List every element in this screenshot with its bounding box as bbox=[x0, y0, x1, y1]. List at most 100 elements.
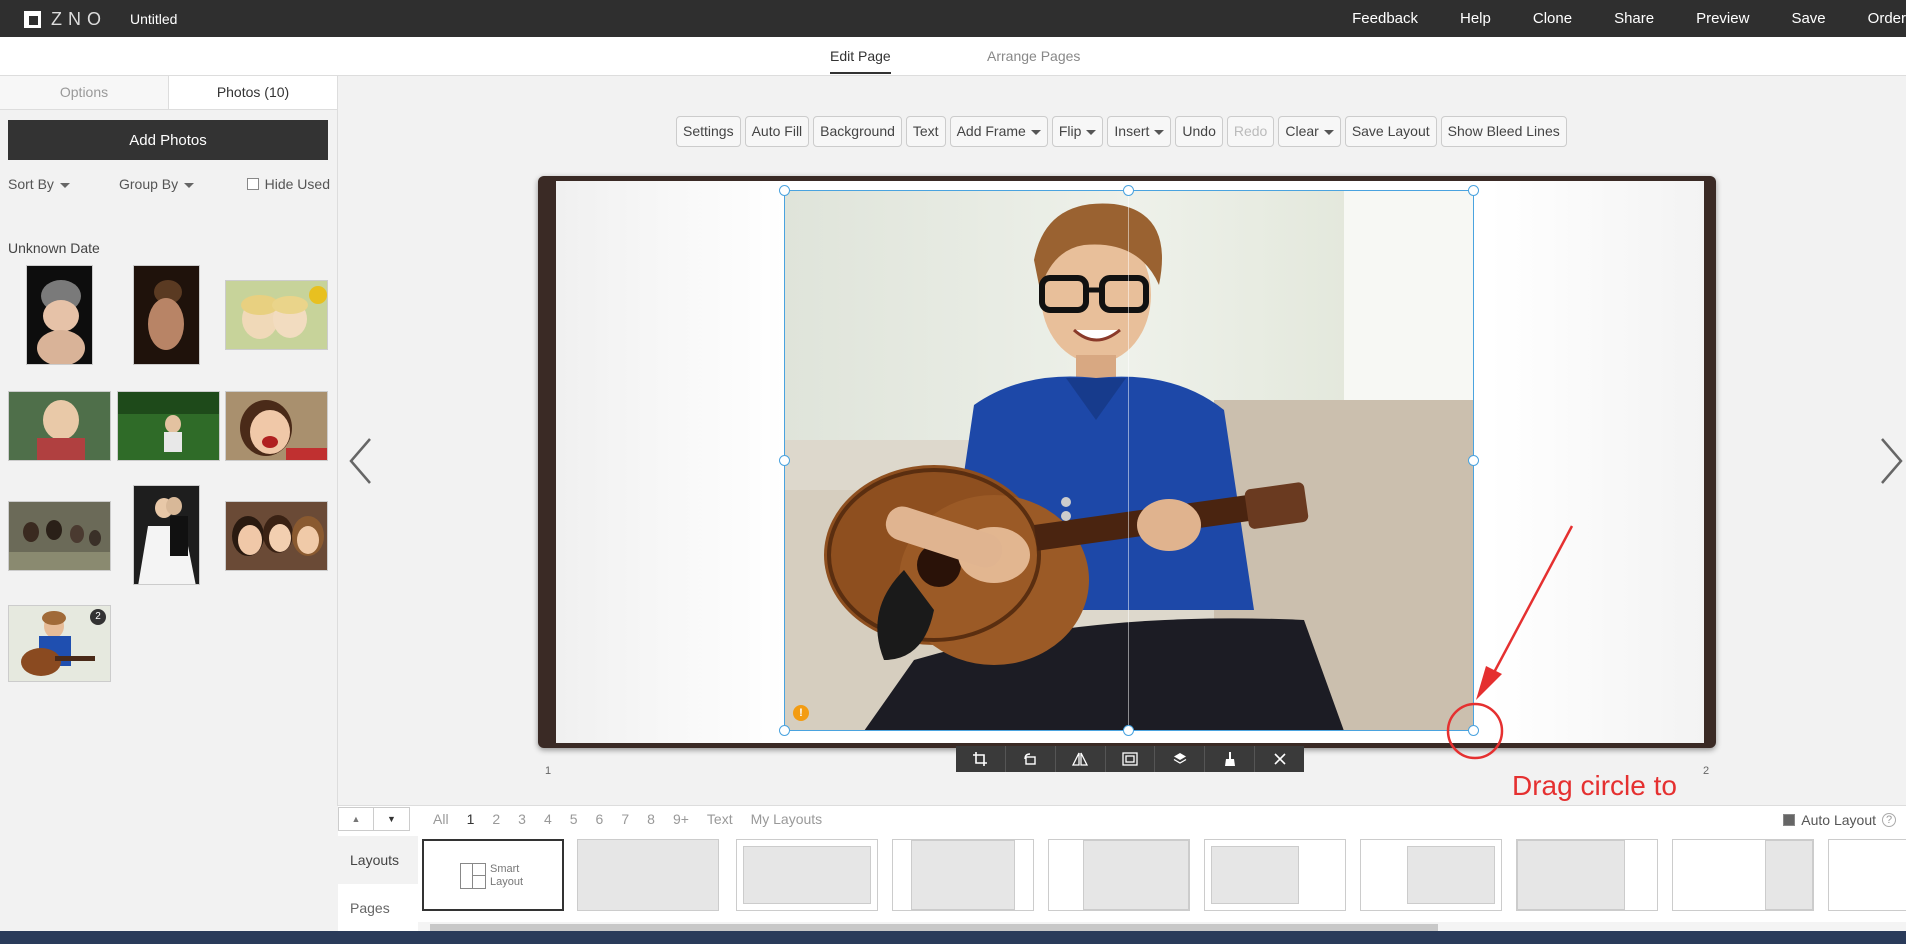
photo-thumb-sisters[interactable] bbox=[225, 280, 328, 350]
insert-button[interactable]: Insert bbox=[1107, 116, 1172, 147]
clone-button[interactable]: Clone bbox=[1512, 10, 1593, 27]
filter-9-plus[interactable]: 9+ bbox=[664, 811, 698, 827]
resize-handle-bottom-left[interactable] bbox=[779, 725, 790, 736]
caret-down-icon bbox=[1323, 129, 1334, 135]
preview-button[interactable]: Preview bbox=[1675, 10, 1770, 27]
resize-handle-top-right[interactable] bbox=[1468, 185, 1479, 196]
layout-smart[interactable]: Smart Layout bbox=[422, 839, 564, 911]
sort-by-dropdown[interactable]: Sort By bbox=[8, 176, 70, 192]
filter-5[interactable]: 5 bbox=[561, 811, 587, 827]
settings-button[interactable]: Settings bbox=[676, 116, 741, 147]
filter-text[interactable]: Text bbox=[698, 811, 742, 827]
layout-option-9[interactable] bbox=[1828, 839, 1906, 911]
filter-6[interactable]: 6 bbox=[587, 811, 613, 827]
layout-option-1[interactable] bbox=[577, 839, 719, 911]
photo-thumb-wedding[interactable] bbox=[133, 485, 200, 585]
fit-frame-icon bbox=[1122, 752, 1138, 766]
hide-used-checkbox[interactable] bbox=[246, 178, 259, 190]
auto-layout-toggle[interactable]: Auto Layout ? bbox=[1783, 812, 1896, 828]
share-button[interactable]: Share bbox=[1593, 10, 1675, 27]
order-button[interactable]: Order bbox=[1847, 10, 1906, 27]
photo-thumb-laughing-girl[interactable] bbox=[225, 391, 328, 461]
filter-8[interactable]: 8 bbox=[638, 811, 664, 827]
help-icon[interactable]: ? bbox=[1882, 813, 1896, 827]
text-button[interactable]: Text bbox=[905, 116, 946, 147]
layers-icon bbox=[1173, 753, 1187, 764]
layout-option-7[interactable] bbox=[1516, 839, 1658, 911]
hide-used-toggle[interactable]: Hide Used bbox=[246, 176, 330, 192]
scroll-up-button[interactable]: ▲ bbox=[338, 806, 374, 831]
filter-3[interactable]: 3 bbox=[509, 811, 535, 827]
filter-2[interactable]: 2 bbox=[483, 811, 509, 827]
photo-thumb-newborn[interactable] bbox=[133, 265, 200, 365]
arrange-layers-button[interactable] bbox=[1155, 746, 1206, 772]
resize-handle-top-left[interactable] bbox=[779, 185, 790, 196]
save-button[interactable]: Save bbox=[1770, 10, 1846, 27]
layout-option-5[interactable] bbox=[1204, 839, 1346, 911]
flip-button[interactable]: Flip bbox=[1051, 116, 1104, 147]
fit-frame-button[interactable] bbox=[1106, 746, 1156, 772]
clear-button[interactable]: Clear bbox=[1278, 116, 1341, 147]
layout-option-3[interactable] bbox=[892, 839, 1034, 911]
redo-button[interactable]: Redo bbox=[1226, 116, 1275, 147]
add-photos-button[interactable]: Add Photos bbox=[8, 120, 328, 160]
zno-logo[interactable]: ZNO bbox=[24, 9, 107, 30]
image-toolbar bbox=[956, 746, 1304, 772]
caret-down-icon bbox=[59, 182, 70, 188]
scrollbar-thumb[interactable] bbox=[430, 924, 1438, 931]
document-title[interactable]: Untitled bbox=[130, 11, 177, 27]
photo-thumb-boy[interactable] bbox=[8, 391, 111, 461]
layout-option-6[interactable] bbox=[1360, 839, 1502, 911]
auto-fill-button[interactable]: Auto Fill bbox=[744, 116, 810, 147]
auto-layout-label: Auto Layout bbox=[1801, 812, 1876, 828]
tab-photos[interactable]: Photos (10) bbox=[169, 76, 337, 109]
feedback-button[interactable]: Feedback bbox=[1331, 10, 1439, 27]
photo-thumb-family[interactable] bbox=[8, 501, 111, 571]
next-page-arrow-icon[interactable] bbox=[1880, 437, 1904, 485]
help-button[interactable]: Help bbox=[1439, 10, 1512, 27]
layout-option-2[interactable] bbox=[736, 839, 878, 911]
flip-label: Flip bbox=[1058, 123, 1082, 139]
filter-7[interactable]: 7 bbox=[612, 811, 638, 827]
group-heading: Unknown Date bbox=[8, 240, 100, 256]
resize-handle-top-center[interactable] bbox=[1123, 185, 1134, 196]
photo-thumb-three-women[interactable] bbox=[225, 501, 328, 571]
background-button[interactable]: Background bbox=[813, 116, 902, 147]
filter-4[interactable]: 4 bbox=[535, 811, 561, 827]
layout-option-8[interactable] bbox=[1672, 839, 1814, 911]
resize-handle-middle-right[interactable] bbox=[1468, 455, 1479, 466]
resize-handle-bottom-center[interactable] bbox=[1123, 725, 1134, 736]
filter-button[interactable] bbox=[1205, 746, 1256, 772]
crop-button[interactable] bbox=[956, 746, 1006, 772]
add-frame-button[interactable]: Add Frame bbox=[949, 116, 1048, 147]
layout-photo-slot bbox=[911, 840, 1015, 910]
group-by-dropdown[interactable]: Group By bbox=[119, 176, 195, 192]
resize-handle-middle-left[interactable] bbox=[779, 455, 790, 466]
low-resolution-warning-icon[interactable]: ! bbox=[793, 705, 809, 721]
rotate-button[interactable] bbox=[1006, 746, 1056, 772]
scroll-down-button[interactable]: ▼ bbox=[374, 806, 410, 831]
sisters-photo-icon bbox=[226, 281, 327, 349]
photo-thumb-toddler-grass[interactable] bbox=[117, 391, 220, 461]
previous-page-arrow-icon[interactable] bbox=[348, 437, 372, 485]
flip-image-button[interactable] bbox=[1056, 746, 1106, 772]
filter-1[interactable]: 1 bbox=[458, 811, 484, 827]
undo-button[interactable]: Undo bbox=[1175, 116, 1223, 147]
tab-pages[interactable]: Pages bbox=[338, 884, 418, 932]
tab-options[interactable]: Options bbox=[0, 76, 169, 109]
filter-my-layouts[interactable]: My Layouts bbox=[742, 811, 832, 827]
page-number-left: 1 bbox=[545, 765, 552, 777]
flip-icon bbox=[1072, 752, 1089, 766]
save-layout-button[interactable]: Save Layout bbox=[1344, 116, 1437, 147]
auto-layout-checkbox[interactable] bbox=[1783, 814, 1796, 826]
tab-edit-page[interactable]: Edit Page bbox=[830, 48, 891, 74]
photo-thumb-baby-hat[interactable] bbox=[26, 265, 93, 365]
remove-photo-button[interactable] bbox=[1255, 746, 1304, 772]
selected-frame-outline[interactable] bbox=[784, 190, 1474, 731]
filter-all[interactable]: All bbox=[424, 811, 458, 827]
tab-arrange-pages[interactable]: Arrange Pages bbox=[987, 48, 1080, 64]
tab-layouts[interactable]: Layouts bbox=[338, 836, 418, 884]
show-bleed-lines-button[interactable]: Show Bleed Lines bbox=[1440, 116, 1567, 147]
layout-option-4[interactable] bbox=[1048, 839, 1190, 911]
photo-thumb-guitar-man[interactable]: 2 bbox=[8, 605, 111, 682]
